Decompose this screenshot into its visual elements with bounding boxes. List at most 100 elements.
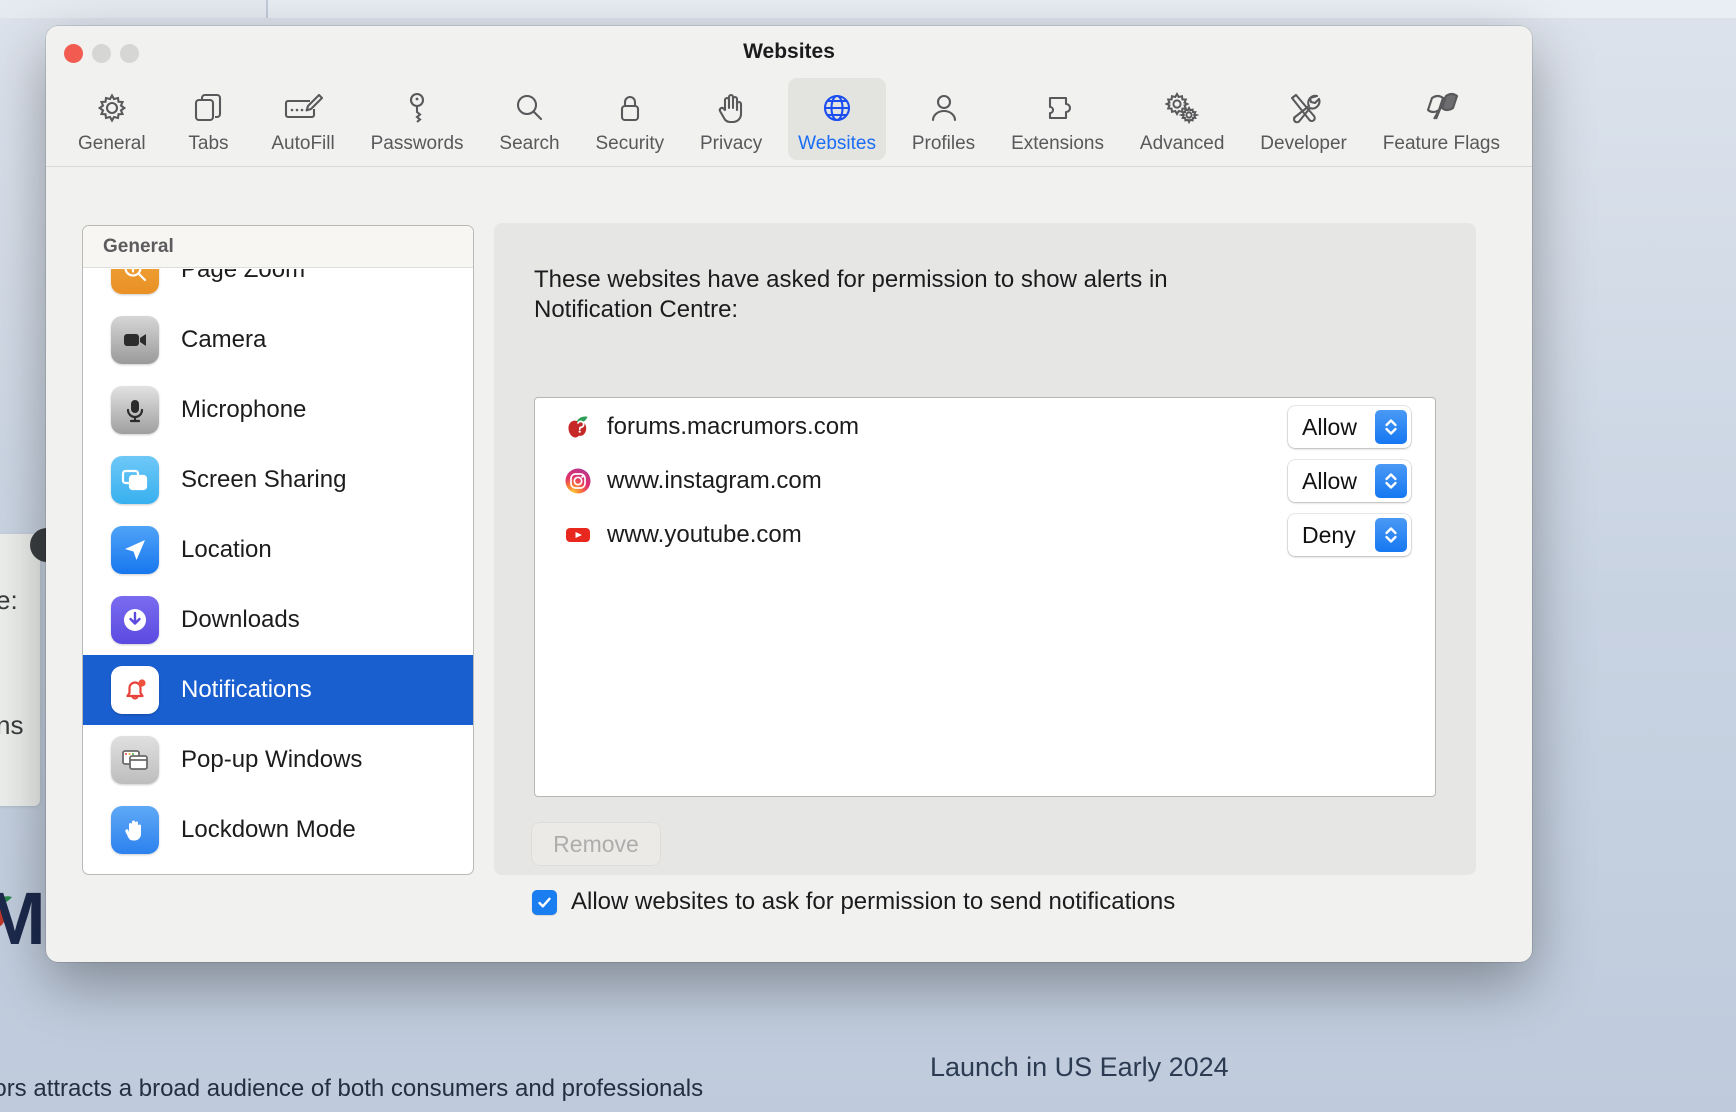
tab-autofill-label: AutoFill	[271, 133, 335, 154]
downloads-icon	[111, 596, 159, 644]
safari-settings-window: Websites General Tabs AutoFill Passwords…	[46, 26, 1532, 962]
tab-search[interactable]: Search	[489, 78, 569, 160]
background-text-fragment-2: ns	[0, 710, 24, 740]
tools-icon	[1283, 85, 1325, 131]
websites-category-sidebar: General Page Zoom Camera Microphone Scre…	[82, 225, 474, 875]
sidebar-item-lockdown-mode[interactable]: Lockdown Mode	[83, 795, 473, 865]
sidebar-item-notifications[interactable]: Notifications	[83, 655, 473, 725]
settings-toolbar: General Tabs AutoFill Passwords Search S…	[68, 78, 1510, 160]
notifications-icon	[111, 666, 159, 714]
gear-icon	[92, 85, 132, 131]
remove-button[interactable]: Remove	[532, 823, 660, 865]
tab-extensions[interactable]: Extensions	[1001, 78, 1114, 160]
sidebar-item-page-zoom[interactable]: Page Zoom	[83, 269, 473, 305]
page-zoom-icon	[111, 269, 159, 294]
tab-profiles[interactable]: Profiles	[902, 78, 985, 160]
tab-feature-flags[interactable]: Feature Flags	[1373, 78, 1510, 160]
popup-windows-icon	[111, 736, 159, 784]
website-permissions-list[interactable]: forums.macrumors.com Allow www.instagram…	[534, 397, 1436, 797]
sidebar-item-label: Notifications	[181, 676, 312, 703]
notifications-detail-pane: These websites have asked for permission…	[494, 223, 1476, 915]
sidebar-item-label: Pop-up Windows	[181, 746, 363, 773]
sidebar-item-label: Lockdown Mode	[181, 816, 356, 843]
settings-body: General Page Zoom Camera Microphone Scre…	[46, 167, 1532, 962]
permission-value: Deny	[1302, 521, 1356, 548]
tab-websites[interactable]: Websites	[788, 78, 886, 160]
tab-autofill[interactable]: AutoFill	[261, 78, 344, 160]
table-row[interactable]: www.youtube.com Deny	[535, 510, 1435, 560]
sidebar-item-popup-windows[interactable]: Pop-up Windows	[83, 725, 473, 795]
gears-icon	[1160, 85, 1204, 131]
window-titlebar: Websites General Tabs AutoFill Passwords…	[46, 26, 1532, 167]
sidebar-item-camera[interactable]: Camera	[83, 305, 473, 375]
tab-privacy-label: Privacy	[699, 133, 763, 154]
tab-extensions-label: Extensions	[1011, 133, 1105, 154]
tab-search-label: Search	[499, 133, 560, 154]
sidebar-section-header: General	[83, 226, 473, 268]
tab-advanced[interactable]: Advanced	[1130, 78, 1235, 160]
tab-passwords[interactable]: Passwords	[361, 78, 474, 160]
permission-dropdown-youtube[interactable]: Deny	[1288, 514, 1411, 556]
tab-developer[interactable]: Developer	[1250, 78, 1357, 160]
chevron-up-down-icon	[1375, 410, 1407, 444]
tab-developer-label: Developer	[1260, 133, 1347, 154]
tab-profiles-label: Profiles	[911, 133, 976, 154]
tab-security-label: Security	[595, 133, 665, 154]
tab-privacy[interactable]: Privacy	[690, 78, 772, 160]
sidebar-item-label: Location	[181, 536, 272, 563]
key-icon	[397, 85, 437, 131]
tab-feature-flags-label: Feature Flags	[1382, 133, 1500, 154]
tab-advanced-label: Advanced	[1139, 133, 1225, 154]
globe-icon	[817, 85, 857, 131]
tab-tabs-label: Tabs	[188, 133, 229, 154]
screen-sharing-icon	[111, 456, 159, 504]
permission-dropdown-instagram[interactable]: Allow	[1288, 460, 1411, 502]
site-name: www.instagram.com	[607, 467, 822, 494]
chevron-up-down-icon	[1375, 518, 1407, 552]
background-tab-strip-right	[268, 0, 1736, 18]
magnifier-icon	[509, 85, 549, 131]
permission-value: Allow	[1302, 467, 1357, 494]
background-article-card	[0, 534, 40, 806]
allow-ask-checkbox[interactable]	[532, 889, 557, 915]
lock-icon	[610, 85, 650, 131]
tab-general-label: General	[78, 133, 146, 154]
background-site-logo: M	[0, 877, 46, 960]
lockdown-mode-icon	[111, 806, 159, 854]
table-row[interactable]: forums.macrumors.com Allow	[535, 402, 1435, 452]
background-tab-strip-left	[0, 0, 268, 18]
puzzle-icon	[1038, 85, 1078, 131]
youtube-favicon	[563, 520, 593, 550]
microphone-icon	[111, 386, 159, 434]
background-headline-text: Launch in US Early 2024	[930, 1052, 1229, 1082]
background-body-text: umors attracts a broad audience of both …	[0, 1075, 704, 1102]
sidebar-item-microphone[interactable]: Microphone	[83, 375, 473, 445]
background-text-fragment-1: e:	[0, 585, 18, 615]
allow-ask-label: Allow websites to ask for permission to …	[571, 888, 1176, 915]
sidebar-item-location[interactable]: Location	[83, 515, 473, 585]
chevron-up-down-icon	[1375, 464, 1407, 498]
sidebar-item-label: Downloads	[181, 606, 300, 633]
sidebar-scroll-area[interactable]: Page Zoom Camera Microphone Screen Shari…	[83, 269, 473, 874]
pane-description: These websites have asked for permission…	[534, 266, 1168, 323]
tab-general[interactable]: General	[68, 78, 156, 160]
sidebar-item-label: Camera	[181, 326, 267, 353]
autofill-icon	[281, 85, 325, 131]
permission-dropdown-macrumors[interactable]: Allow	[1288, 406, 1411, 448]
sidebar-item-label: Page Zoom	[181, 269, 306, 283]
tab-passwords-label: Passwords	[370, 133, 464, 154]
tab-tabs[interactable]: Tabs	[171, 78, 245, 160]
allow-ask-permission-row[interactable]: Allow websites to ask for permission to …	[532, 888, 1175, 916]
flags-icon	[1418, 85, 1464, 131]
tab-security[interactable]: Security	[585, 78, 674, 160]
sidebar-item-screen-sharing[interactable]: Screen Sharing	[83, 445, 473, 515]
camera-icon	[111, 316, 159, 364]
sidebar-item-downloads[interactable]: Downloads	[83, 585, 473, 655]
site-name: www.youtube.com	[607, 521, 802, 548]
table-row[interactable]: www.instagram.com Allow	[535, 456, 1435, 506]
sidebar-item-label: Screen Sharing	[181, 466, 347, 493]
window-title: Websites	[743, 40, 835, 63]
tab-websites-label: Websites	[798, 133, 876, 154]
hand-icon	[711, 85, 751, 131]
tabs-icon	[188, 85, 228, 131]
